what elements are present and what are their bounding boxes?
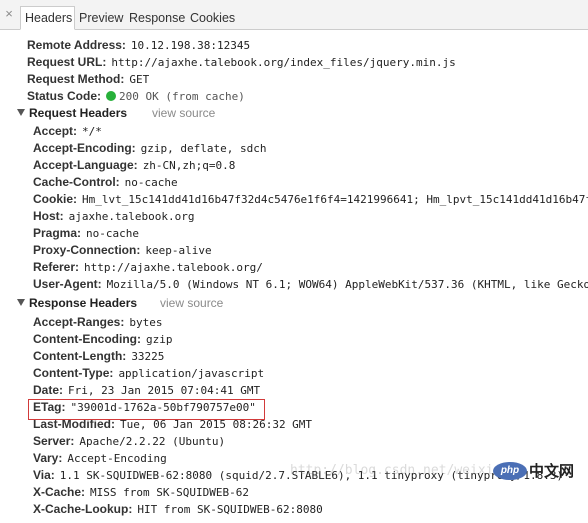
header-value: Fri, 23 Jan 2015 07:04:41 GMT <box>68 384 261 397</box>
header-key: Host: <box>33 209 64 223</box>
header-value: MISS from SK-SQUIDWEB-62 <box>90 486 249 499</box>
header-value: 33225 <box>131 350 165 363</box>
response-view-source-link[interactable]: view source <box>160 295 223 312</box>
request-method-label: Request Method: <box>27 72 125 86</box>
header-key: X-Cache-Lookup: <box>33 502 133 516</box>
remote-address-row: Remote Address: 10.12.198.38:12345 <box>27 37 250 54</box>
watermark-text: http://blog.csdn.net/weixin_ <box>290 463 510 478</box>
header-key: Content-Type: <box>33 366 114 380</box>
remote-address-label: Remote Address: <box>27 38 126 52</box>
response-headers-title: Response Headers <box>29 296 138 310</box>
tab-response[interactable]: Response <box>125 7 189 29</box>
header-value: */* <box>82 125 102 138</box>
expand-triangle-icon[interactable] <box>17 299 25 306</box>
header-value: keep-alive <box>145 244 212 257</box>
response-header-row-vary: Vary: Accept-Encoding <box>33 450 167 467</box>
header-value: Mozilla/5.0 (Windows NT 6.1; WOW64) Appl… <box>106 278 588 291</box>
header-key: Content-Length: <box>33 349 127 363</box>
header-key: Server: <box>33 434 75 448</box>
status-code-row: Status Code: 200 OK (from cache) <box>27 88 245 105</box>
header-value: bytes <box>129 316 163 329</box>
request-url-row: Request URL: http://ajaxhe.talebook.org/i… <box>27 54 456 71</box>
headers-panel: Remote Address: 10.12.198.38:12345 Reques… <box>0 30 588 523</box>
header-key: Cookie: <box>33 192 78 206</box>
header-key: Accept-Language: <box>33 158 138 172</box>
response-headers-section-header[interactable]: Response Headers view source <box>17 295 317 312</box>
header-value: HIT from SK-SQUIDWEB-62:8080 <box>137 503 323 516</box>
header-value: ajaxhe.talebook.org <box>68 210 195 223</box>
request-header-row-host: Host: ajaxhe.talebook.org <box>33 208 195 225</box>
request-header-row-cookie: Cookie: Hm_lvt_15c141dd41d16b47f32d4c5476… <box>33 191 588 208</box>
header-value: zh-CN,zh;q=0.8 <box>142 159 236 172</box>
remote-address-value: 10.12.198.38:12345 <box>130 39 251 52</box>
header-key: Accept-Encoding: <box>33 141 136 155</box>
header-key: Date: <box>33 383 64 397</box>
brand-text: 中文网 <box>529 462 575 480</box>
expand-triangle-icon[interactable] <box>17 109 25 116</box>
etag-highlight-box <box>28 399 265 420</box>
request-header-row-referer: Referer: http://ajaxhe.talebook.org/ <box>33 259 263 276</box>
php-logo: php <box>493 462 527 480</box>
request-view-source-link[interactable]: view source <box>152 105 215 122</box>
header-key: Referer: <box>33 260 80 274</box>
request-header-row-pragma: Pragma: no-cache <box>33 225 139 242</box>
request-url-value: http://ajaxhe.talebook.org/index_files/j… <box>111 56 456 69</box>
header-value: Accept-Encoding <box>67 452 167 465</box>
request-header-row-accept-language: Accept-Language: zh-CN,zh;q=0.8 <box>33 157 235 174</box>
response-header-row-x-cache-lookup: X-Cache-Lookup: HIT from SK-SQUIDWEB-62:8… <box>33 501 323 518</box>
request-header-row-cache-control: Cache-Control: no-cache <box>33 174 178 191</box>
close-icon[interactable]: × <box>3 7 15 21</box>
header-value: application/javascript <box>118 367 265 380</box>
header-key: Cache-Control: <box>33 175 120 189</box>
status-code-value: 200 OK (from cache) <box>119 90 245 103</box>
header-key: Vary: <box>33 451 63 465</box>
response-header-row-date: Date: Fri, 23 Jan 2015 07:04:41 GMT <box>33 382 260 399</box>
header-key: X-Cache: <box>33 485 86 499</box>
request-headers-title: Request Headers <box>29 106 128 120</box>
header-key: Pragma: <box>33 226 82 240</box>
request-headers-section-header[interactable]: Request Headers view source <box>17 105 317 122</box>
header-value: Apache/2.2.22 (Ubuntu) <box>79 435 226 448</box>
header-value: no-cache <box>124 176 178 189</box>
header-key: Accept: <box>33 124 78 138</box>
response-header-row-content-length: Content-Length: 33225 <box>33 348 164 365</box>
status-ok-icon <box>106 91 117 101</box>
response-header-row-accept-ranges: Accept-Ranges: bytes <box>33 314 162 331</box>
request-header-row-user-agent: User-Agent: Mozilla/5.0 (Windows NT 6.1; … <box>33 276 588 293</box>
header-key: Via: <box>33 468 55 482</box>
status-code-label: Status Code: <box>27 89 102 103</box>
devtools-tab-bar: × Headers Preview Response Cookies <box>0 0 588 30</box>
header-key: User-Agent: <box>33 277 102 291</box>
request-method-row: Request Method: GET <box>27 71 149 88</box>
request-url-label: Request URL: <box>27 55 107 69</box>
header-key: Accept-Ranges: <box>33 315 125 329</box>
header-key: Content-Encoding: <box>33 332 141 346</box>
header-value: gzip <box>145 333 173 346</box>
request-method-value: GET <box>129 73 150 86</box>
request-header-row-accept: Accept: */* <box>33 123 102 140</box>
response-header-row-x-cache: X-Cache: MISS from SK-SQUIDWEB-62 <box>33 484 249 501</box>
header-value: gzip, deflate, sdch <box>140 142 267 155</box>
request-header-row-proxy-connection: Proxy-Connection: keep-alive <box>33 242 212 259</box>
header-value: no-cache <box>86 227 140 240</box>
header-key: Proxy-Connection: <box>33 243 141 257</box>
header-value: http://ajaxhe.talebook.org/ <box>84 261 263 274</box>
header-value: Hm_lvt_15c141dd41d16b47f32d4c5476e1f6f4=… <box>82 193 588 206</box>
tab-cookies[interactable]: Cookies <box>186 7 239 29</box>
response-header-row-content-type: Content-Type: application/javascript <box>33 365 264 382</box>
tab-headers[interactable]: Headers <box>20 6 75 30</box>
response-header-row-content-encoding: Content-Encoding: gzip <box>33 331 172 348</box>
response-header-row-server: Server: Apache/2.2.22 (Ubuntu) <box>33 433 225 450</box>
tab-preview[interactable]: Preview <box>75 7 127 29</box>
request-header-row-accept-encoding: Accept-Encoding: gzip, deflate, sdch <box>33 140 267 157</box>
